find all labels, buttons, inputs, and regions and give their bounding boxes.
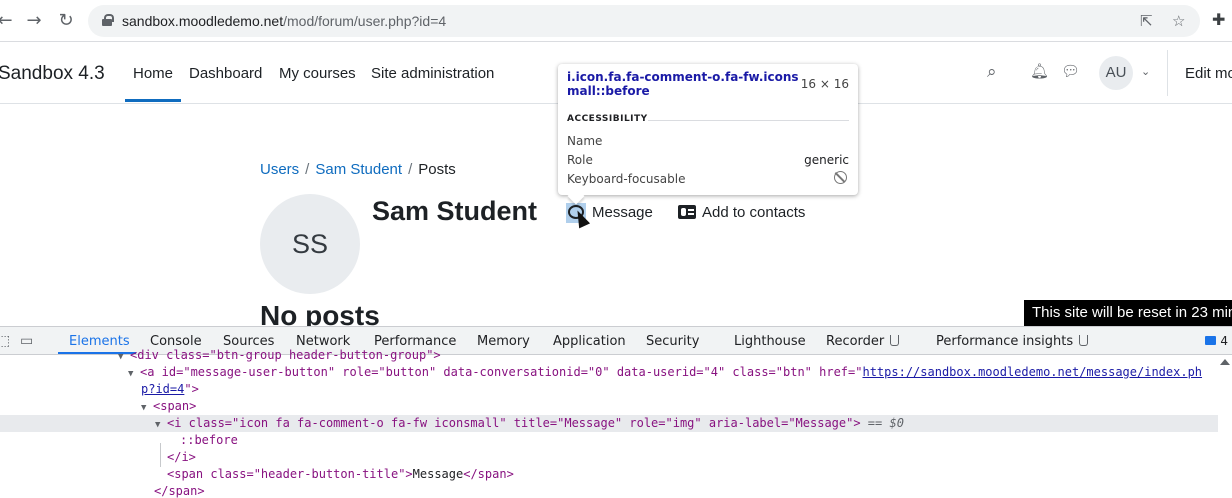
breadcrumb-users[interactable]: Users xyxy=(260,161,299,178)
browser-toolbar: ← → ↻ sandbox.moodledemo.net/mod/forum/u… xyxy=(0,0,1232,42)
dom-line-span-title[interactable]: <span class="header-button-title">Messag… xyxy=(0,466,1218,483)
tooltip-dimensions: 16 × 16 xyxy=(800,77,849,91)
message-button-label: Message xyxy=(592,204,653,221)
dom-line-div[interactable]: ▼ <div class="btn-group header-button-gro… xyxy=(0,347,1218,364)
not-focusable-icon xyxy=(834,171,847,184)
share-icon[interactable]: ⇱ xyxy=(1140,12,1153,30)
dom-selected-marker: == $0 xyxy=(867,416,904,430)
dom-tag: <i class="icon fa fa-comment-o fa-fw ico… xyxy=(167,416,861,430)
dom-line-i-close[interactable]: </i> xyxy=(0,449,1218,466)
breadcrumb-user[interactable]: Sam Student xyxy=(315,161,402,178)
nav-site-administration[interactable]: Site administration xyxy=(371,65,494,82)
tooltip-label: Name xyxy=(567,134,603,148)
extensions-puzzle-icon[interactable]: ✚ xyxy=(1212,10,1225,29)
dom-text: Message xyxy=(412,467,464,481)
site-brand[interactable]: Sandbox 4.3 xyxy=(0,63,105,85)
dom-line-span[interactable]: ▼ <span> xyxy=(0,398,1218,415)
breadcrumb-separator: / xyxy=(305,161,310,178)
nav-my-courses[interactable]: My courses xyxy=(279,65,356,82)
bookmark-star-icon[interactable]: ☆ xyxy=(1172,12,1185,30)
dom-tag: <a id="message-user-button" role="button… xyxy=(140,365,863,379)
tooltip-label: Role xyxy=(567,153,593,167)
reload-icon[interactable]: ↻ xyxy=(55,10,77,32)
tooltip-row-keyboard: Keyboard-focusable xyxy=(567,171,849,186)
indent-guide xyxy=(160,443,161,467)
messages-chat-icon[interactable]: 💬︎ xyxy=(1061,62,1080,80)
url-text[interactable]: sandbox.moodledemo.net/mod/forum/user.ph… xyxy=(122,13,446,29)
url-path: /mod/forum/user.php?id=4 xyxy=(283,13,447,29)
dom-href-link[interactable]: https://sandbox.moodledemo.net/message/i… xyxy=(862,365,1202,379)
devtools-panel: ⬚ ▭ Elements Console Sources Network Per… xyxy=(0,326,1232,498)
mouse-pointer xyxy=(572,207,591,229)
forward-icon[interactable]: → xyxy=(23,10,45,32)
tooltip-row-role: Role generic xyxy=(567,153,849,167)
dom-tag: <div class="btn-group header-button-grou… xyxy=(130,348,441,362)
dom-href-link[interactable]: p?id=4 xyxy=(141,382,184,396)
breadcrumb-separator: / xyxy=(408,161,413,178)
tooltip-selector: i.icon.fa.fa-comment-o.fa-fw.iconsmall::… xyxy=(567,70,799,98)
notifications-bell-icon[interactable]: 🔔︎ xyxy=(1030,62,1049,80)
elements-tree: ▼ <div class="btn-group header-button-gro… xyxy=(0,348,1232,498)
dom-tag: "> xyxy=(184,382,199,396)
user-menu-avatar[interactable]: AU xyxy=(1099,56,1133,90)
navbar-divider xyxy=(1167,50,1168,96)
experimental-flask-icon xyxy=(890,335,900,346)
reset-notice: This site will be reset in 23 min xyxy=(1024,300,1232,326)
dom-pseudo: ::before xyxy=(180,433,238,447)
dom-line-before[interactable]: ::before xyxy=(0,432,1218,449)
dom-tag: </span> xyxy=(463,467,514,481)
issues-badge[interactable]: 4 xyxy=(1205,334,1228,348)
user-name-heading: Sam Student xyxy=(372,196,538,226)
nav-dashboard[interactable]: Dashboard xyxy=(189,65,262,82)
edit-mode-toggle[interactable]: Edit mo xyxy=(1185,65,1232,82)
add-contacts-label: Add to contacts xyxy=(702,204,806,221)
inspect-tooltip: i.icon.fa.fa-comment-o.fa-fw.iconsmall::… xyxy=(558,64,858,195)
dom-line-a[interactable]: ▼ <a id="message-user-button" role="butto… xyxy=(0,364,1218,381)
tooltip-section-title: ACCESSIBILITY xyxy=(567,114,648,124)
chevron-down-icon[interactable]: ⌄ xyxy=(1141,65,1150,78)
issues-icon xyxy=(1205,336,1217,345)
breadcrumb: Users / Sam Student / Posts xyxy=(260,161,456,178)
experimental-flask-icon xyxy=(1079,335,1089,346)
search-icon[interactable]: ⌕ xyxy=(987,62,997,82)
address-card-icon xyxy=(678,205,696,219)
nav-home[interactable]: Home xyxy=(125,65,182,102)
user-avatar: SS xyxy=(260,194,360,294)
dom-tag: </span> xyxy=(154,484,205,498)
tooltip-value: generic xyxy=(804,153,849,167)
back-icon[interactable]: ← xyxy=(0,10,16,32)
breadcrumb-current: Posts xyxy=(418,161,456,178)
lock-icon[interactable] xyxy=(102,14,114,26)
scroll-up-arrow-icon[interactable] xyxy=(1220,359,1230,365)
tooltip-label: Keyboard-focusable xyxy=(567,172,686,186)
dom-line-a-cont[interactable]: p?id=4"> xyxy=(0,381,1218,398)
dom-line-span-close[interactable]: </span> xyxy=(0,483,1218,498)
dom-tag: <span class="header-button-title"> xyxy=(167,467,413,481)
dom-tag: </i> xyxy=(167,450,196,464)
tooltip-row-name: Name xyxy=(567,134,849,148)
dom-line-i-selected[interactable]: ▼ <i class="icon fa fa-comment-o fa-fw ic… xyxy=(0,415,1218,432)
address-bar[interactable]: sandbox.moodledemo.net/mod/forum/user.ph… xyxy=(88,5,1200,37)
tooltip-divider xyxy=(648,120,849,121)
url-host: sandbox.moodledemo.net xyxy=(122,13,284,29)
issues-count: 4 xyxy=(1220,334,1228,348)
dom-tag: <span> xyxy=(153,399,197,413)
